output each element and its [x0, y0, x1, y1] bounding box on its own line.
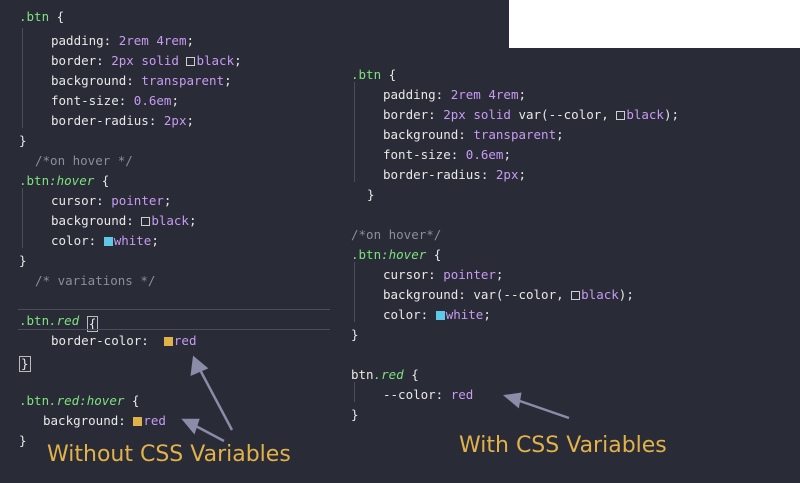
annotation-arrows	[181, 355, 570, 443]
caption-with-css-variables: With CSS Variables	[459, 433, 667, 458]
caption-without-css-variables: Without CSS Variables	[47, 442, 291, 467]
arrow-line	[196, 365, 234, 431]
arrow-line	[513, 397, 570, 420]
arrow-head	[503, 392, 522, 409]
arrow-head	[181, 418, 200, 435]
arrow-head	[190, 355, 209, 377]
